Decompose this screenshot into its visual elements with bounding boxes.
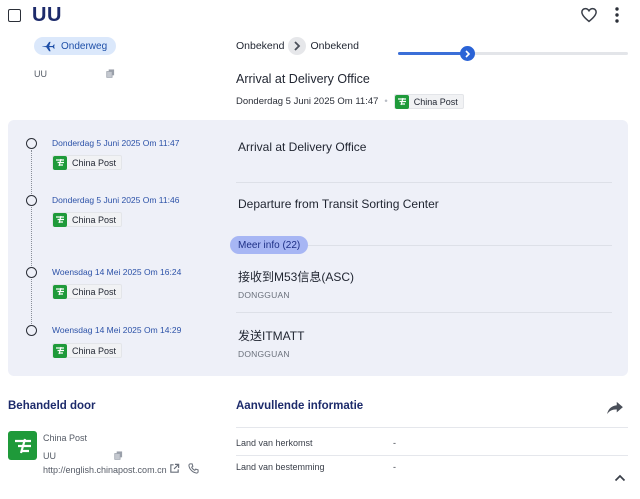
divider: [236, 427, 628, 428]
tracking-number: UU: [34, 69, 47, 79]
china-post-logo-icon: [53, 212, 67, 227]
carrier-name: China Post: [72, 214, 117, 225]
status-badge: Onderweg: [34, 37, 117, 55]
info-label-destination-country: Land van bestemming: [236, 462, 325, 472]
latest-event: Arrival at Delivery Office: [236, 72, 370, 86]
carrier-chip: China Post: [52, 155, 123, 170]
airplane-icon: [42, 41, 55, 52]
timeline-dot: [26, 325, 37, 336]
carrier-name: China Post: [72, 286, 117, 297]
carrier-chip: China Post: [52, 212, 123, 227]
destination-country: Onbekend: [310, 40, 359, 52]
info-label-origin-country: Land van herkomst: [236, 438, 313, 448]
chevron-right-icon: [288, 37, 307, 55]
divider: [236, 455, 628, 456]
event-datetime: Donderdag 5 Juni 2025 Om 11:46: [52, 195, 180, 205]
event-description: Arrival at Delivery Office: [238, 140, 367, 154]
carrier-chip: China Post: [52, 284, 123, 299]
select-checkbox[interactable]: [8, 9, 21, 22]
origin-country: Onbekend: [236, 40, 285, 52]
kebab-menu-icon[interactable]: [612, 6, 622, 24]
external-link-icon[interactable]: [169, 463, 180, 474]
latest-datetime: Donderdag 5 Juni 2025 Om 11:47: [236, 96, 379, 107]
info-value-origin-country: -: [393, 438, 396, 448]
event-description: Departure from Transit Sorting Center: [238, 197, 439, 211]
heart-outline-icon[interactable]: [580, 6, 598, 24]
latest-event-meta: Donderdag 5 Juni 2025 Om 11:47 • China P…: [236, 94, 464, 109]
progress-fill: [398, 52, 467, 55]
carrier-name: China Post: [72, 157, 117, 168]
chevron-up-icon[interactable]: [614, 474, 626, 482]
event-description: 接收到M53信息(ASC): [238, 270, 355, 284]
china-post-logo-icon: [394, 94, 409, 109]
event-datetime: Woensdag 14 Mei 2025 Om 16:24: [52, 267, 182, 277]
china-post-logo-icon: [53, 155, 67, 170]
carrier-name: China Post: [413, 96, 458, 107]
divider: [236, 182, 612, 183]
carrier-chip: China Post: [52, 343, 123, 358]
copy-icon[interactable]: [114, 451, 123, 460]
info-value-destination-country: -: [393, 462, 396, 472]
carrier-name: China Post: [72, 345, 117, 356]
china-post-logo-icon: [53, 284, 67, 299]
timeline-dot: [26, 138, 37, 149]
share-icon[interactable]: [606, 401, 624, 415]
event-datetime: Donderdag 5 Juni 2025 Om 11:47: [52, 138, 180, 148]
handler-name: China Post: [43, 433, 88, 443]
divider: [236, 312, 612, 313]
china-post-logo-icon: [53, 343, 67, 358]
route: Onbekend Onbekend: [236, 37, 359, 55]
timeline-line: [31, 150, 32, 332]
more-info-button[interactable]: Meer info (22): [230, 236, 309, 254]
carrier-chip: China Post: [393, 94, 464, 109]
page-title: UU: [32, 4, 62, 26]
timeline-dot: [26, 267, 37, 278]
event-datetime: Woensdag 14 Mei 2025 Om 14:29: [52, 325, 182, 335]
timeline-dot: [26, 195, 37, 206]
additional-info-section-title: Aanvullende informatie: [236, 400, 364, 412]
progress-knob: [460, 46, 475, 61]
event-location: DONGGUAN: [238, 290, 290, 300]
handler-section-title: Behandeld door: [8, 400, 96, 412]
handler-tracking-number: UU: [43, 451, 56, 461]
status-label: Onderweg: [61, 40, 108, 52]
china-post-logo-icon: [8, 431, 37, 460]
event-location: DONGGUAN: [238, 349, 290, 359]
copy-icon[interactable]: [106, 69, 115, 78]
event-description: 发送ITMATT: [238, 329, 305, 343]
phone-icon[interactable]: [188, 463, 199, 474]
carrier-website-link[interactable]: http://english.chinapost.com.cn: [43, 465, 167, 475]
